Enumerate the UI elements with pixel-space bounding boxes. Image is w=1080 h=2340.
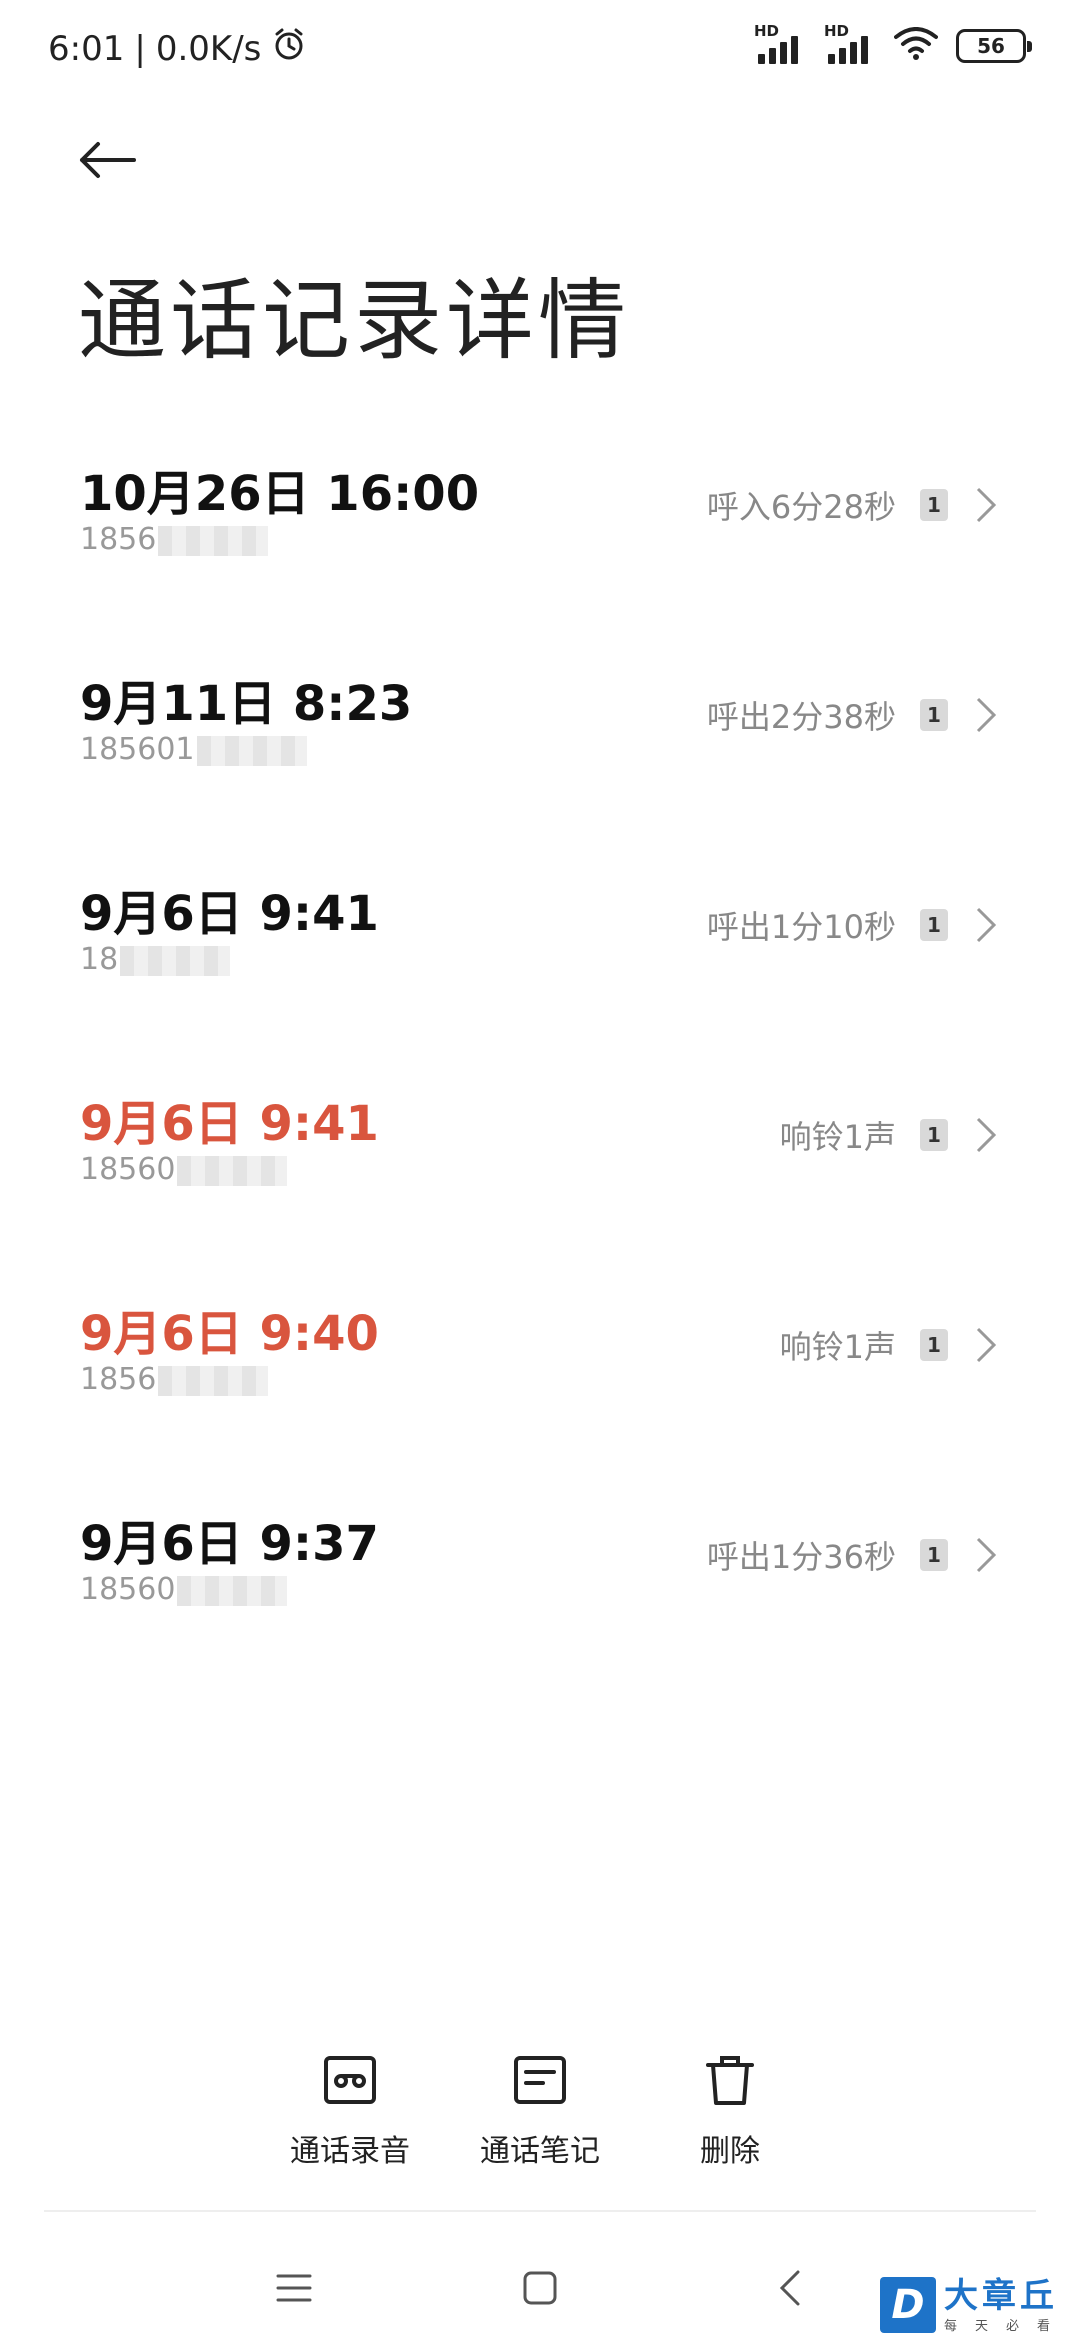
arrow-left-icon [78,140,138,184]
call-time: 9月11日 8:23 [80,676,413,732]
bottom-actions: 通话录音 通话笔记 删除 [0,2050,1080,2190]
call-number-text: 1856 [80,522,157,557]
battery-indicator: 56 [956,29,1032,63]
chevron-right-icon [972,1535,1000,1575]
sim-badge: 1 [920,1119,948,1151]
number-redaction [177,1155,288,1186]
call-recording-label: 通话录音 [290,2134,410,2169]
back-nav-button[interactable] [760,2260,820,2320]
call-row-right: 呼出1分36秒 1 [707,1532,1000,1578]
sim-badge: 1 [920,699,948,731]
cassette-tape-icon [320,2050,380,2110]
call-row-1[interactable]: 10月26日 16:00 1856 呼入6分28秒 1 [0,430,1080,640]
call-number: 1856 [80,522,269,557]
call-number-text: 18560 [80,1572,176,1607]
status-net-speed: 0.0K/s [155,28,262,69]
call-number: 1856 [80,1362,269,1397]
home-button[interactable] [510,2260,570,2320]
call-recording-button[interactable]: 通话录音 [260,2050,440,2170]
status-separator: | [134,28,146,69]
call-summary: 响铃1声 [779,1328,896,1366]
call-list: 10月26日 16:00 1856 呼入6分28秒 1 9月11日 8:23 1… [0,430,1080,1690]
sim-badge: 1 [920,1329,948,1361]
call-summary: 呼出2分38秒 [706,698,896,736]
call-time: 9月6日 9:37 [80,1516,379,1572]
delete-button[interactable]: 删除 [640,2050,820,2170]
alarm-clock-icon [271,26,307,71]
number-redaction [158,525,269,556]
chevron-right-icon [972,1115,1000,1155]
divider [44,2210,1036,2212]
delete-label: 删除 [700,2134,760,2169]
status-right: HD HD 56 [754,22,1032,66]
sim-badge: 1 [920,1539,948,1571]
number-redaction [196,735,307,766]
watermark-subtitle: 每天必看 [944,2318,1069,2334]
call-number-text: 185601 [80,732,195,767]
signal-1-icon: HD [754,22,806,66]
call-time-missed: 9月6日 9:40 [80,1306,379,1362]
home-square-icon [523,2271,557,2309]
call-summary: 呼出1分10秒 [706,908,896,946]
signal-1-label: HD [754,22,780,40]
watermark: D 大章丘 每天必看 [880,2270,1080,2340]
call-row-5[interactable]: 9月6日 9:40 1856 响铃1声 1 [0,1270,1080,1480]
trash-icon [700,2050,760,2110]
chevron-right-icon [972,695,1000,735]
wifi-icon [894,27,938,65]
note-icon [510,2050,570,2110]
back-button[interactable] [72,130,144,194]
call-row-6[interactable]: 9月6日 9:37 18560 呼出1分36秒 1 [0,1480,1080,1690]
signal-2-icon: HD [824,22,876,66]
call-row-4[interactable]: 9月6日 9:41 18560 响铃1声 1 [0,1060,1080,1270]
number-redaction [177,1575,288,1606]
sim-badge: 1 [920,489,948,521]
call-notes-button[interactable]: 通话笔记 [450,2050,630,2170]
page-title: 通话记录详情 [78,269,631,372]
call-number: 18560 [80,1152,288,1187]
status-left: 6:01 | 0.0K/s [48,26,307,71]
number-redaction [120,945,231,976]
chevron-right-icon [972,485,1000,525]
call-number-text: 1856 [80,1362,157,1397]
menu-button[interactable] [264,2260,324,2320]
call-time: 9月6日 9:41 [80,886,379,942]
sim-badge: 1 [920,909,948,941]
number-redaction [158,1365,269,1396]
chevron-right-icon [972,905,1000,945]
watermark-text: 大章丘 每天必看 [944,2277,1068,2334]
call-row-right: 呼入6分28秒 1 [707,482,1000,528]
menu-icon [276,2273,312,2307]
call-row-right: 响铃1声 1 [780,1112,1000,1158]
call-number-text: 18 [80,942,119,977]
chevron-right-icon [972,1325,1000,1365]
status-time: 6:01 [48,28,125,69]
status-bar: 6:01 | 0.0K/s HD HD 56 [0,0,1080,100]
call-row-3[interactable]: 9月6日 9:41 18 呼出1分10秒 1 [0,850,1080,1060]
call-number: 185601 [80,732,307,767]
call-summary: 响铃1声 [779,1118,896,1156]
call-summary: 呼入6分28秒 [706,488,896,526]
call-time: 10月26日 16:00 [80,466,480,522]
watermark-title: 大章丘 [944,2275,1058,2316]
call-row-2[interactable]: 9月11日 8:23 185601 呼出2分38秒 1 [0,640,1080,850]
call-row-right: 呼出1分10秒 1 [707,902,1000,948]
call-row-right: 响铃1声 1 [780,1322,1000,1368]
call-number-text: 18560 [80,1152,176,1187]
watermark-logo: D [880,2277,936,2333]
back-chevron-icon [779,2270,801,2310]
call-row-right: 呼出2分38秒 1 [707,692,1000,738]
call-number: 18 [80,942,231,977]
call-summary: 呼出1分36秒 [706,1538,896,1576]
signal-2-label: HD [824,22,850,40]
call-notes-label: 通话笔记 [480,2134,600,2169]
call-number: 18560 [80,1572,288,1607]
call-time-missed: 9月6日 9:41 [80,1096,379,1152]
